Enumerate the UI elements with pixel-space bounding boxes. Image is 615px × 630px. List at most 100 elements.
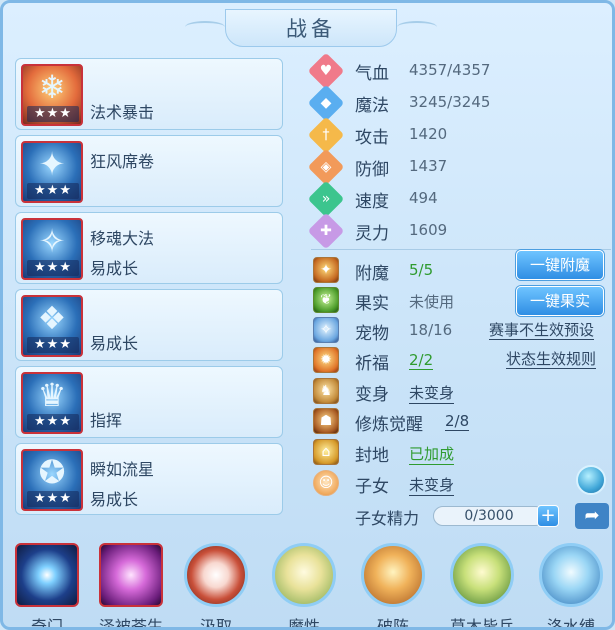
event-preset-link[interactable]: 赛事不生效预设 [489,321,595,340]
stat-label: 魔法 [355,96,389,116]
fief-icon: ⌂ [313,439,339,465]
skill-icon: ✦ ★★★ [21,141,83,203]
pozhen-icon [361,543,425,607]
blessing-icon: ✹ [313,347,339,373]
child-icon: ☺ [313,470,339,496]
speed-icon: » [307,180,345,218]
stat-row-defense: ◈ 防御 1437 [307,148,612,186]
stat-label: 攻击 [355,128,389,148]
skill-stars: ★★★ [27,491,79,507]
skill-extra: 易成长 [90,259,139,278]
skill-name: 狂风席卷 [90,152,155,171]
attr-row-child[interactable]: ☺ 子女 未变身 [313,468,612,498]
skill-card[interactable]: ❄ ★★★ 法术暴击 [15,58,283,130]
stat-label: 速度 [355,192,389,212]
stat-value: 4357/4357 [409,61,491,79]
spirit-icon: ✚ [307,212,345,250]
fruit-icon: ❦ [313,287,339,313]
attr-value[interactable]: 已加成 [409,443,455,465]
title-wing-left [185,21,225,33]
stat-label: 灵力 [355,224,389,244]
skill-stars: ★★★ [27,260,79,276]
attr-value: 18/16 [409,321,453,339]
moxing-icon [272,543,336,607]
bottom-skill-label: 奇门 [30,617,63,630]
attr-row-fief[interactable]: ⌂ 封地 已加成 [313,437,612,467]
shield-icon: ◈ [307,148,345,186]
caomu-icon [450,543,514,607]
stat-value: 1420 [409,125,448,143]
stat-value: 1609 [409,221,448,239]
attr-label: 祈福 [355,354,389,374]
stat-row-attack: † 攻击 1420 [307,116,612,154]
attr-label: 修炼觉醒 [355,415,423,435]
stat-row-hp: ♥ 气血 4357/4357 [307,52,612,90]
skill-icon: ✪ ★★★ [21,449,83,511]
skill-glyph: ✧ [38,222,66,260]
zebei-icon [99,543,163,607]
globe-icon[interactable] [576,465,606,495]
bottom-skill-label: 破阵 [376,617,409,630]
skill-extra: 易成长 [90,490,139,509]
jiqu-icon [184,543,248,607]
skill-stars: ★★★ [27,337,79,353]
bottom-skill-label: 汲取 [199,617,232,630]
skill-stars: ★★★ [27,106,79,122]
skill-icon: ❄ ★★★ [21,64,83,126]
skill-name: 瞬如流星 [90,460,155,479]
skill-card[interactable]: ✧ ★★★ 移魂大法 易成长 [15,212,283,284]
attr-value[interactable]: 2/8 [445,412,470,431]
attr-label: 子女 [355,477,389,497]
stat-value: 3245/3245 [409,93,491,111]
attr-label: 果实 [355,294,389,314]
enchant-all-button[interactable]: 一键附魔 [516,250,604,280]
skill-icon: ❖ ★★★ [21,295,83,357]
attr-label: 附魔 [355,264,389,284]
share-icon[interactable]: ➦ [575,503,609,529]
stat-row-mp: ◆ 魔法 3245/3245 [307,84,612,122]
sword-icon: † [307,116,345,154]
child-energy-bar: 0/3000 [433,506,545,526]
bottom-skill-qimen[interactable]: 奇门 [11,541,83,630]
attr-label: 宠物 [355,324,389,344]
child-energy-value: 0/3000 [464,508,514,524]
pet-icon: ✧ [313,317,339,343]
skill-card[interactable]: ✦ ★★★ 狂风席卷 [15,135,283,207]
attr-row-transform[interactable]: ♞ 变身 未变身 [313,376,612,406]
stat-value: 1437 [409,157,448,175]
attr-value[interactable]: 2/2 [409,351,434,370]
attr-value[interactable]: 未变身 [409,382,455,404]
bottom-skill-caomu[interactable]: 草木皆兵 [446,541,518,627]
bottom-skill-label: 洛水缚 [546,617,595,630]
attr-row-cultivation[interactable]: ☗ 修炼觉醒 2/8 [313,406,612,436]
bottom-skill-label: 魔性 [287,617,320,630]
qimen-icon [15,543,79,607]
mana-icon: ◆ [307,84,345,122]
bottom-skill-jiqu[interactable]: 汲取 [180,541,252,630]
skill-glyph: ♛ [37,376,67,414]
skill-glyph: ❄ [38,68,66,106]
skill-icon: ♛ ★★★ [21,372,83,434]
attr-value[interactable]: 未变身 [409,474,455,496]
bottom-skill-luoshui[interactable]: 洛水缚 [535,541,607,630]
skill-name: 移魂大法 [90,229,155,248]
bottom-skill-zebei[interactable]: 泽被苍生 [95,541,167,627]
add-energy-button[interactable]: + [537,505,559,527]
skill-glyph: ✦ [38,145,66,183]
title-banner: 战备 [225,9,397,47]
bottom-skill-pozhen[interactable]: 破阵 [357,541,429,630]
transform-icon: ♞ [313,378,339,404]
attr-value: 5/5 [409,261,434,279]
skill-extra: 指挥 [90,411,123,430]
heart-icon: ♥ [307,52,345,90]
skill-card[interactable]: ✪ ★★★ 瞬如流星 易成长 [15,443,283,515]
skill-extra: 法术暴击 [90,103,155,122]
skill-card[interactable]: ♛ ★★★ 指挥 [15,366,283,438]
status-rules-link[interactable]: 状态生效规则 [506,350,597,369]
skill-card[interactable]: ❖ ★★★ 易成长 [15,289,283,361]
cultivation-icon: ☗ [313,408,339,434]
title-wing-right [397,21,437,33]
stat-label: 防御 [355,160,389,180]
fruit-all-button[interactable]: 一键果实 [516,286,604,316]
bottom-skill-moxing[interactable]: 魔性 [268,541,340,630]
